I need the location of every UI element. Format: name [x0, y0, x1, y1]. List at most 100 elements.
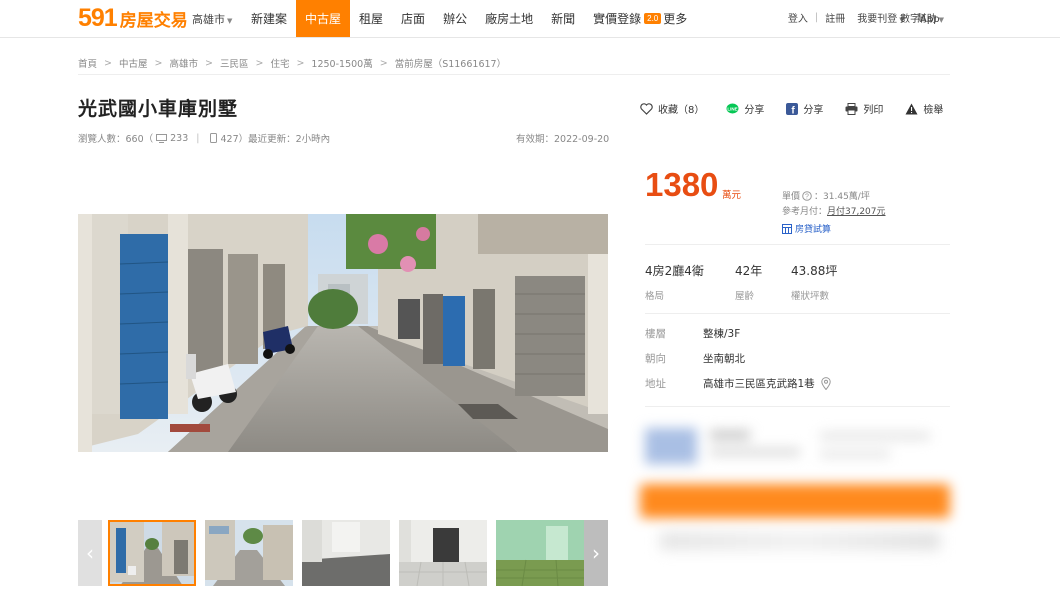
divider: |: [814, 12, 819, 23]
unit-price-value: 31.45萬/坪: [823, 192, 870, 202]
register-link[interactable]: 註冊: [825, 10, 845, 25]
nav-news[interactable]: 新聞: [542, 0, 584, 37]
thumbnail-image: [496, 520, 584, 586]
post-label: 我要刊登: [857, 14, 898, 25]
listing-actions: 收藏（8） LINE 分享 f 分享 列印 檢舉: [640, 101, 943, 116]
unit-price-label: 單價: [782, 192, 801, 202]
spec-age: 42年 屋齡: [735, 262, 791, 302]
crumb-separator: >: [204, 57, 213, 69]
price-unit: 萬元: [722, 190, 742, 201]
thumbnail-1[interactable]: [108, 520, 196, 586]
line-share-label: 分享: [744, 105, 765, 116]
main-photo[interactable]: [78, 214, 608, 452]
detail-address: 地址 高雄市三民區克武路1巷: [645, 376, 831, 391]
help-icon[interactable]: ?: [802, 190, 812, 201]
city-label: 高雄市: [192, 13, 225, 26]
desktop-icon: [156, 133, 168, 143]
thumbnail-strip: ‹ ›: [78, 520, 608, 586]
thumbnail-5[interactable]: [496, 520, 584, 586]
thumbnail-3[interactable]: [302, 520, 390, 586]
print-label: 列印: [863, 105, 884, 116]
nav-more[interactable]: 更多: [663, 10, 687, 27]
detail-value: 坐南朝北: [703, 353, 745, 365]
crumb-separator: >: [255, 57, 264, 69]
detail-floor: 樓層 整棟/3F: [645, 326, 740, 341]
divider: [645, 244, 950, 245]
breadcrumb-divider: [78, 74, 950, 75]
crumb-separator: >: [296, 57, 305, 69]
heart-icon: [640, 102, 653, 115]
crumb-price-range[interactable]: 1250-1500萬: [311, 56, 372, 70]
print-button[interactable]: 列印: [845, 101, 883, 116]
crumb-district[interactable]: 三民區: [220, 56, 249, 70]
thumbnail-image: [108, 520, 196, 586]
agent-card-blurred: [640, 420, 950, 475]
crumb-second-hand[interactable]: 中古屋: [119, 56, 148, 70]
detail-label: 地址: [645, 378, 666, 390]
nav-rent[interactable]: 租屋: [350, 0, 392, 37]
spec-summary: 4房2廳4衛 格局 42年 屋齡 43.88坪 權狀坪數: [645, 262, 891, 302]
loan-calculator-label: 房貸試算: [795, 225, 832, 235]
views-pc: 233: [170, 132, 189, 144]
warning-icon: [905, 103, 918, 114]
spec-label: 權狀坪數: [791, 291, 830, 302]
monthly-payment: 參考月付： 月付37,207元: [782, 204, 886, 217]
favorite-button[interactable]: 收藏（8）: [640, 101, 704, 116]
thumbnail-prev-button[interactable]: ‹: [78, 520, 102, 586]
logo-number: 591: [78, 3, 118, 32]
site-logo[interactable]: 591 房屋交易: [78, 3, 188, 33]
crumb-city[interactable]: 高雄市: [169, 56, 198, 70]
divider: [645, 313, 950, 314]
city-selector[interactable]: 高雄市 ▼: [192, 11, 232, 27]
detail-value: 高雄市三民區克武路1巷: [703, 378, 815, 390]
main-menu: 新建案 中古屋 租屋 店面 辦公 廠房土地 新聞 實價登錄 2.0 更多: [242, 0, 696, 37]
chevron-left-icon: ‹: [86, 541, 94, 565]
favorite-label: 收藏（8）: [658, 105, 705, 116]
view-stats: 瀏覽人數：660（ 233 | 427）最近更新：2小時內: [78, 131, 331, 146]
line-share-button[interactable]: LINE 分享: [726, 101, 764, 116]
printer-icon: [845, 102, 858, 115]
login-link[interactable]: 登入: [788, 10, 808, 25]
nav-office[interactable]: 辦公: [434, 0, 476, 37]
views-mobile: 427）最近更新：2小時內: [220, 134, 331, 145]
monthly-value[interactable]: 月付37,207元: [827, 204, 886, 217]
nav-factory-land[interactable]: 廠房土地: [476, 0, 542, 37]
nav-price-registry-label: 實價登錄: [593, 12, 642, 26]
crumb-home[interactable]: 首頁: [78, 56, 97, 70]
crumb-type[interactable]: 住宅: [270, 56, 289, 70]
spec-value: 4房2廳4衛: [645, 264, 704, 278]
detail-orientation: 朝向 坐南朝北: [645, 351, 745, 366]
expiry-date: 有效期：2022-09-20: [516, 134, 610, 145]
monthly-label: 參考月付：: [782, 207, 828, 217]
divider: [645, 406, 950, 407]
chevron-right-icon: ›: [592, 541, 600, 565]
nav-new-homes[interactable]: 新建案: [242, 0, 296, 37]
page-title: 光武國小車庫別墅: [78, 98, 239, 120]
crumb-separator: >: [154, 57, 163, 69]
detail-label: 朝向: [645, 353, 666, 365]
version-badge: 2.0: [644, 13, 662, 24]
nav-shop[interactable]: 店面: [392, 0, 434, 37]
mobile-icon: [210, 133, 218, 143]
spec-area: 43.88坪 權狀坪數: [791, 262, 891, 302]
views-label: 瀏覽人數：660（: [78, 134, 154, 145]
report-label: 檢舉: [923, 105, 944, 116]
report-button[interactable]: 檢舉: [905, 101, 943, 116]
thumbnail-4[interactable]: [399, 520, 487, 586]
thumbnail-next-button[interactable]: ›: [584, 520, 608, 586]
calculator-icon: [782, 223, 792, 234]
spec-label: 屋齡: [735, 291, 755, 302]
nav-second-hand[interactable]: 中古屋: [296, 0, 351, 37]
post-menu[interactable]: 我要刊登 ▼: [857, 10, 904, 25]
contact-footer-blurred: [660, 532, 940, 550]
line-icon: LINE: [726, 103, 739, 113]
thumbnail-2[interactable]: [205, 520, 293, 586]
nav-price-registry[interactable]: 實價登錄 2.0 更多: [584, 0, 696, 37]
thumbnail-image: [302, 520, 390, 586]
app-link[interactable]: 數字App: [900, 10, 940, 25]
loan-calculator-link[interactable]: 房貸試算: [782, 222, 831, 235]
map-pin-icon[interactable]: [820, 377, 831, 390]
top-nav: 591 房屋交易 高雄市 ▼ 新建案 中古屋 租屋 店面 辦公 廠房土地 新聞 實…: [0, 0, 1060, 38]
facebook-share-button[interactable]: f 分享: [786, 101, 823, 116]
svg-text:?: ?: [805, 193, 809, 200]
